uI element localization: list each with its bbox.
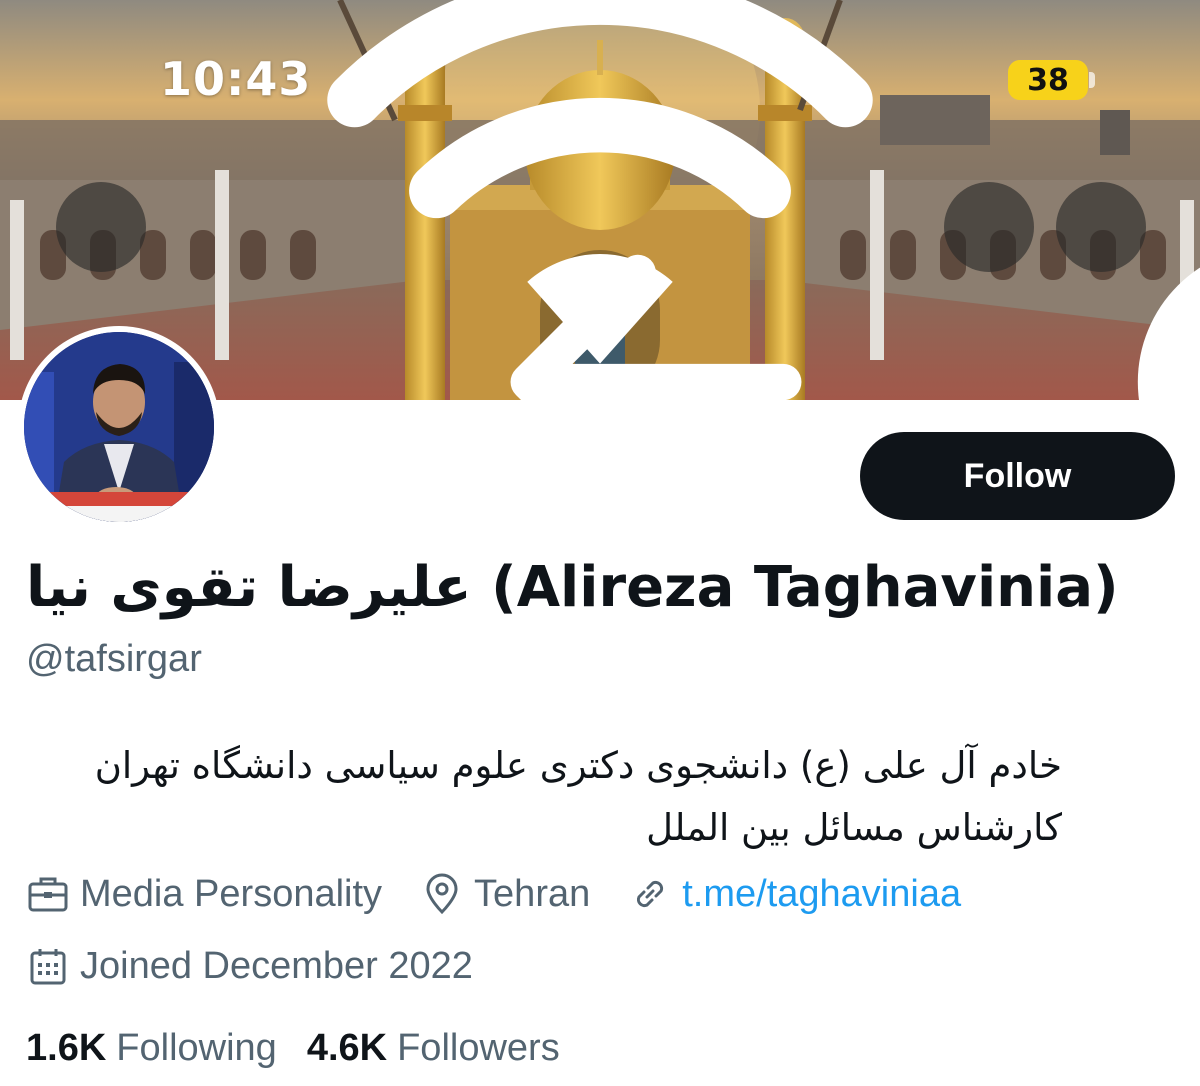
- link-icon: [637, 880, 664, 908]
- avatar-image: [24, 332, 214, 522]
- battery-icon: 38: [1008, 60, 1088, 100]
- joined-label: Joined December 2022: [80, 944, 473, 987]
- followers-stat[interactable]: 4.6K Followers: [307, 1027, 560, 1070]
- bio: خادم آل علی (ع) دانشجوی دکتری علوم سیاسی…: [26, 735, 1062, 859]
- follow-stats: 1.6K Following 4.6K Followers: [26, 1020, 590, 1076]
- avatar[interactable]: [18, 326, 220, 528]
- following-label: Following: [116, 1026, 277, 1069]
- battery-level: 38: [1027, 62, 1069, 98]
- avatar-portrait: [24, 332, 214, 522]
- follow-button[interactable]: Follow: [860, 432, 1175, 520]
- location-item: Tehran: [420, 872, 590, 916]
- location-pin-icon: [426, 873, 458, 915]
- category-item: Media Personality: [26, 872, 382, 916]
- website-link[interactable]: t.me/taghaviniaa: [682, 873, 961, 916]
- profile-meta: Media Personality Tehran t.me/taghavinia…: [26, 866, 999, 922]
- user-handle: @tafsirgar: [26, 638, 202, 680]
- location-label: Tehran: [474, 872, 591, 915]
- category-label: Media Personality: [80, 872, 383, 915]
- battery-tip: [1089, 72, 1095, 88]
- following-count: 1.6K: [26, 1026, 107, 1069]
- more-button[interactable]: [1056, 182, 1200, 400]
- calendar-icon: [30, 949, 66, 985]
- more-icon: [1137, 267, 1200, 400]
- followers-label: Followers: [397, 1026, 560, 1069]
- bio-line: کارشناس مسائل بین الملل: [646, 806, 1062, 849]
- joined-date: Joined December 2022: [26, 938, 473, 994]
- followers-count: 4.6K: [306, 1026, 388, 1069]
- bio-line: خادم آل علی (ع) دانشجوی دکتری علوم سیاسی…: [94, 744, 1062, 787]
- following-stat[interactable]: 1.6K Following: [26, 1027, 277, 1070]
- back-button[interactable]: [56, 182, 802, 400]
- search-button[interactable]: [944, 182, 1034, 272]
- briefcase-icon: [28, 877, 68, 912]
- display-name: علیرضا تقوی نیا (Alireza Taghavinia): [26, 555, 1119, 620]
- website-item[interactable]: t.me/taghaviniaa: [628, 872, 961, 916]
